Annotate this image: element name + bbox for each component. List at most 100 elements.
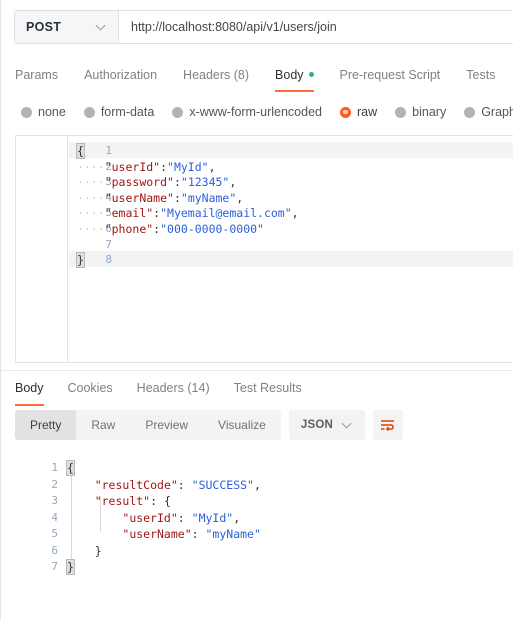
- json-key: "userName": [104, 190, 174, 205]
- line-number: 7: [105, 237, 112, 251]
- response-view-pretty[interactable]: Pretty: [15, 410, 77, 440]
- json-value: "Myemail@email.com": [160, 206, 292, 221]
- body-type-raw[interactable]: raw: [340, 105, 377, 119]
- json-punctuation: }: [94, 543, 102, 558]
- pane-divider[interactable]: [1, 370, 513, 371]
- line-number: 2: [51, 477, 58, 491]
- response-view-mode-group: Pretty Raw Preview Visualize: [15, 410, 281, 440]
- request-tabs: Params Authorization Headers (8) Body Pre-re…: [15, 58, 513, 92]
- json-punctuation: ,: [229, 175, 237, 190]
- request-tab-label: Body: [275, 68, 304, 82]
- radio-button-icon: [172, 106, 184, 118]
- request-tab-label: Authorization: [84, 68, 158, 82]
- json-punctuation: ,: [233, 510, 241, 525]
- word-wrap-toggle-button[interactable]: [372, 410, 403, 440]
- json-value: "MyId": [167, 159, 209, 174]
- response-view-label: Preview: [145, 418, 189, 432]
- body-modified-dot-icon: [308, 72, 314, 78]
- body-type-label: GraphQL: [481, 105, 513, 119]
- request-tab-tests[interactable]: Tests: [453, 58, 508, 92]
- code-line: "result": {: [67, 494, 171, 508]
- line-number: 1: [51, 461, 58, 474]
- brace-match-row: [69, 142, 513, 158]
- json-key: "userId": [122, 510, 178, 525]
- json-key: "result": [94, 494, 151, 508]
- request-tab-label: Pre-request Script: [339, 68, 441, 82]
- code-line: ····"phone":"000-0000-0000": [77, 222, 264, 236]
- response-tab-test-results[interactable]: Test Results: [222, 376, 314, 402]
- request-tab-body[interactable]: Body: [262, 58, 327, 92]
- code-line: "resultCode": "SUCCESS",: [67, 478, 261, 492]
- http-method-selector[interactable]: POST: [15, 11, 119, 43]
- request-tab-label: Tests: [466, 68, 496, 82]
- code-line: ····"userId":"MyId",: [77, 160, 216, 174]
- json-punctuation: ,: [291, 206, 299, 221]
- body-type-x-www-form-urlencoded[interactable]: x-www-form-urlencoded: [172, 105, 322, 119]
- code-line: {: [66, 460, 75, 476]
- response-view-visualize[interactable]: Visualize: [203, 410, 281, 440]
- response-view-label: Raw: [91, 418, 116, 432]
- request-tab-headers-8[interactable]: Headers (8): [170, 58, 262, 92]
- request-url-input[interactable]: [119, 11, 513, 43]
- code-line: }: [76, 252, 85, 269]
- postman-request-response-pane: POST ParamsAuthorizationHeaders (8)BodyP…: [0, 0, 513, 620]
- response-view-preview[interactable]: Preview: [130, 410, 203, 440]
- response-code-area[interactable]: 1 {2 "resultCode": "SUCCESS", 3 "result": …: [1, 455, 513, 585]
- body-type-graphql[interactable]: GraphQL: [464, 105, 513, 119]
- code-line: "userId": "MyId",: [67, 511, 240, 525]
- line-number: 5: [51, 527, 58, 540]
- json-value: "MyId": [191, 510, 234, 525]
- body-type-label: form-data: [100, 105, 155, 119]
- json-punctuation: :: [177, 510, 192, 525]
- response-tab-body[interactable]: Body: [15, 376, 56, 406]
- response-format-select[interactable]: JSON: [288, 410, 365, 440]
- json-punctuation: {: [76, 143, 85, 159]
- response-view-label: Pretty: [30, 418, 62, 432]
- indent-dots: ····: [77, 206, 105, 221]
- response-view-raw[interactable]: Raw: [76, 410, 130, 440]
- response-tabs: Body Cookies Headers (14) Test Results: [15, 376, 314, 406]
- request-body-editor[interactable]: 1{2 ····"userId":"MyId", 3 ····"password":"…: [15, 135, 513, 363]
- json-value: "myName": [180, 190, 237, 205]
- body-type-none[interactable]: none: [21, 105, 66, 119]
- json-key: "phone": [104, 222, 154, 236]
- request-tab-params[interactable]: Params: [15, 58, 71, 92]
- json-punctuation: ,: [236, 190, 244, 205]
- radio-button-icon: [21, 106, 32, 118]
- request-tab-authorization[interactable]: Authorization: [71, 58, 170, 92]
- response-view-label: Visualize: [218, 418, 266, 432]
- body-type-binary[interactable]: binary: [395, 105, 446, 119]
- json-punctuation: ,: [253, 477, 261, 492]
- body-type-label: none: [38, 105, 66, 119]
- radio-button-icon: [340, 106, 351, 118]
- request-tab-label: Params: [15, 68, 59, 82]
- json-key: "email": [104, 206, 154, 221]
- response-tab-label: Body: [15, 381, 44, 395]
- line-number: 8: [105, 253, 112, 267]
- radio-button-icon: [83, 106, 95, 118]
- json-value: "myName": [205, 527, 261, 541]
- request-tab-pre-request-script[interactable]: Pre-request Script: [327, 58, 454, 92]
- body-type-label: binary: [412, 105, 447, 119]
- response-toolbar: Pretty Raw Preview Visualize JSON: [15, 410, 403, 440]
- json-value: "12345": [180, 175, 230, 190]
- http-method-label: POST: [26, 20, 62, 34]
- json-key: "resultCode": [94, 477, 178, 492]
- json-punctuation: :: [177, 477, 192, 492]
- json-key: "password": [104, 175, 174, 190]
- code-line: }: [66, 559, 75, 575]
- chevron-down-icon: [97, 22, 107, 32]
- response-tab-cookies[interactable]: Cookies: [56, 376, 125, 402]
- request-code-area[interactable]: 1{2 ····"userId":"MyId", 3 ····"password":"…: [16, 136, 513, 362]
- json-key: "userId": [104, 159, 161, 174]
- response-body-editor[interactable]: 1 {2 "resultCode": "SUCCESS", 3 "result": …: [1, 455, 513, 585]
- line-number: 3: [51, 494, 58, 507]
- body-type-form-data[interactable]: form-data: [83, 105, 155, 119]
- json-punctuation: ,: [208, 159, 216, 174]
- json-value: "000-0000-0000": [160, 222, 264, 236]
- response-tab-headers-14[interactable]: Headers (14): [125, 376, 222, 402]
